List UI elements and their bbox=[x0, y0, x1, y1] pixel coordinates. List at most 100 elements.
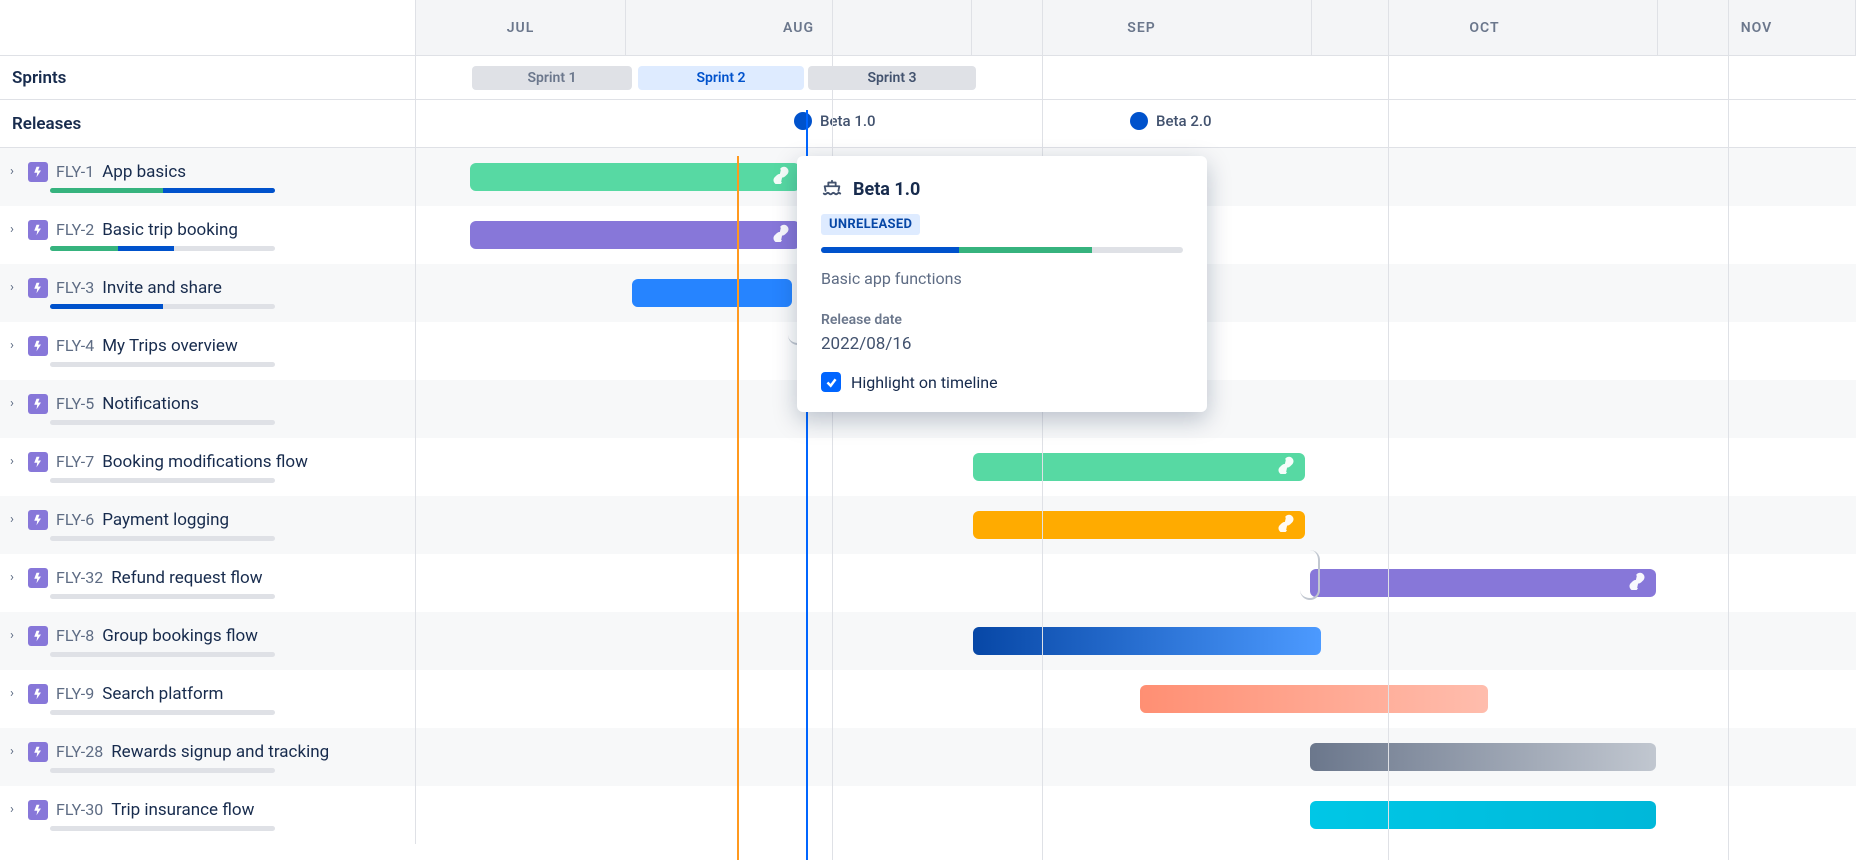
epic-bolt-icon bbox=[28, 510, 48, 530]
chevron-right-icon[interactable]: › bbox=[10, 164, 20, 179]
epic-name[interactable]: Notifications bbox=[102, 394, 199, 414]
sprints-body: Sprint 1Sprint 2Sprint 3 bbox=[416, 56, 1856, 99]
chevron-right-icon[interactable]: › bbox=[10, 802, 20, 817]
status-badge: UNRELEASED bbox=[821, 214, 920, 235]
epic-name[interactable]: Invite and share bbox=[102, 278, 222, 298]
epic-key[interactable]: FLY-1 bbox=[56, 162, 94, 181]
epic-sidebar[interactable]: › FLY-28 Rewards signup and tracking bbox=[0, 728, 416, 786]
epic-progress bbox=[50, 536, 275, 541]
epic-progress bbox=[50, 826, 275, 831]
popover-title: Beta 1.0 bbox=[853, 179, 920, 200]
highlight-checkbox[interactable] bbox=[821, 372, 841, 392]
epic-key[interactable]: FLY-3 bbox=[56, 278, 94, 297]
epic-bar[interactable] bbox=[1310, 743, 1656, 771]
epic-name[interactable]: Trip insurance flow bbox=[111, 800, 254, 820]
release-date-value: 2022/08/16 bbox=[821, 334, 1183, 354]
epic-bolt-icon bbox=[28, 626, 48, 646]
chevron-right-icon[interactable]: › bbox=[10, 570, 20, 585]
epic-bar[interactable] bbox=[973, 627, 1321, 655]
chevron-right-icon[interactable]: › bbox=[10, 512, 20, 527]
chevron-right-icon[interactable]: › bbox=[10, 686, 20, 701]
epic-sidebar[interactable]: › FLY-9 Search platform bbox=[0, 670, 416, 728]
dependency-link-icon[interactable] bbox=[772, 224, 790, 246]
epic-name[interactable]: Group bookings flow bbox=[102, 626, 258, 646]
month-nov: NOV bbox=[1658, 0, 1856, 55]
month-sep: SEP bbox=[972, 0, 1312, 55]
dependency-link-icon[interactable] bbox=[1277, 456, 1295, 478]
epic-bar[interactable] bbox=[632, 279, 792, 307]
release-popover: Beta 1.0 UNRELEASED Basic app functions … bbox=[797, 156, 1207, 412]
release-dot-icon bbox=[1130, 112, 1148, 130]
chevron-right-icon[interactable]: › bbox=[10, 338, 20, 353]
sprints-label: Sprints bbox=[0, 56, 416, 99]
epic-key[interactable]: FLY-7 bbox=[56, 452, 94, 471]
epic-bar[interactable] bbox=[470, 221, 800, 249]
epic-name[interactable]: Rewards signup and tracking bbox=[111, 742, 329, 762]
epic-bar[interactable] bbox=[1310, 801, 1656, 829]
epic-progress bbox=[50, 246, 275, 251]
epic-key[interactable]: FLY-6 bbox=[56, 510, 94, 529]
epic-key[interactable]: FLY-28 bbox=[56, 742, 103, 761]
epic-bolt-icon bbox=[28, 162, 48, 182]
epic-bar[interactable] bbox=[1140, 685, 1488, 713]
highlight-checkbox-row[interactable]: Highlight on timeline bbox=[821, 372, 1183, 392]
epic-key[interactable]: FLY-9 bbox=[56, 684, 94, 703]
chevron-right-icon[interactable]: › bbox=[10, 454, 20, 469]
epic-bolt-icon bbox=[28, 452, 48, 472]
dependency-link-icon[interactable] bbox=[772, 166, 790, 188]
chevron-right-icon[interactable]: › bbox=[10, 396, 20, 411]
epic-key[interactable]: FLY-30 bbox=[56, 800, 103, 819]
epic-name[interactable]: Search platform bbox=[102, 684, 223, 704]
sprint-pill[interactable]: Sprint 3 bbox=[808, 66, 976, 90]
epic-sidebar[interactable]: › FLY-6 Payment logging bbox=[0, 496, 416, 554]
epic-key[interactable]: FLY-4 bbox=[56, 336, 94, 355]
chevron-right-icon[interactable]: › bbox=[10, 222, 20, 237]
highlight-label: Highlight on timeline bbox=[851, 373, 998, 392]
epic-bolt-icon bbox=[28, 742, 48, 762]
epic-progress bbox=[50, 188, 275, 193]
dependency-link-icon[interactable] bbox=[1628, 572, 1646, 594]
sprint-pill[interactable]: Sprint 1 bbox=[472, 66, 632, 90]
epic-bar[interactable] bbox=[973, 453, 1305, 481]
epic-sidebar[interactable]: › FLY-32 Refund request flow bbox=[0, 554, 416, 612]
ship-icon bbox=[821, 178, 843, 200]
epic-name[interactable]: App basics bbox=[102, 162, 186, 182]
epic-bar[interactable] bbox=[470, 163, 800, 191]
epic-key[interactable]: FLY-32 bbox=[56, 568, 103, 587]
epic-key[interactable]: FLY-5 bbox=[56, 394, 94, 413]
dependency-link-icon[interactable] bbox=[1277, 514, 1295, 536]
month-aug: AUG bbox=[626, 0, 972, 55]
epic-sidebar[interactable]: › FLY-3 Invite and share bbox=[0, 264, 416, 322]
epic-row: › FLY-6 Payment logging bbox=[0, 496, 1856, 554]
epic-sidebar[interactable]: › FLY-5 Notifications bbox=[0, 380, 416, 438]
chevron-right-icon[interactable]: › bbox=[10, 744, 20, 759]
epic-name[interactable]: Payment logging bbox=[102, 510, 229, 530]
epic-sidebar[interactable]: › FLY-30 Trip insurance flow bbox=[0, 786, 416, 844]
epic-row: › FLY-8 Group bookings flow bbox=[0, 612, 1856, 670]
epic-sidebar[interactable]: › FLY-2 Basic trip booking bbox=[0, 206, 416, 264]
epic-progress bbox=[50, 710, 275, 715]
sprints-row: Sprints Sprint 1Sprint 2Sprint 3 bbox=[0, 56, 1856, 100]
epic-key[interactable]: FLY-8 bbox=[56, 626, 94, 645]
epic-name[interactable]: Booking modifications flow bbox=[102, 452, 308, 472]
chevron-right-icon[interactable]: › bbox=[10, 628, 20, 643]
today-marker-line bbox=[737, 156, 739, 860]
epic-sidebar[interactable]: › FLY-7 Booking modifications flow bbox=[0, 438, 416, 496]
releases-label: Releases bbox=[0, 100, 416, 147]
month-oct: OCT bbox=[1312, 0, 1658, 55]
sidebar-header-spacer bbox=[0, 0, 416, 55]
epic-sidebar[interactable]: › FLY-8 Group bookings flow bbox=[0, 612, 416, 670]
epic-key[interactable]: FLY-2 bbox=[56, 220, 94, 239]
releases-row: Releases Beta 1.0Beta 2.0 bbox=[0, 100, 1856, 148]
epic-name[interactable]: Basic trip booking bbox=[102, 220, 238, 240]
epic-sidebar[interactable]: › FLY-1 App basics bbox=[0, 148, 416, 206]
chevron-right-icon[interactable]: › bbox=[10, 280, 20, 295]
epic-name[interactable]: Refund request flow bbox=[111, 568, 262, 588]
release-marker[interactable]: Beta 2.0 bbox=[1130, 112, 1212, 130]
epic-bar[interactable] bbox=[1310, 569, 1656, 597]
epic-sidebar[interactable]: › FLY-4 My Trips overview bbox=[0, 322, 416, 380]
sprint-pill[interactable]: Sprint 2 bbox=[638, 66, 804, 90]
epic-bar[interactable] bbox=[973, 511, 1305, 539]
release-dot-icon bbox=[794, 112, 812, 130]
epic-name[interactable]: My Trips overview bbox=[102, 336, 238, 356]
